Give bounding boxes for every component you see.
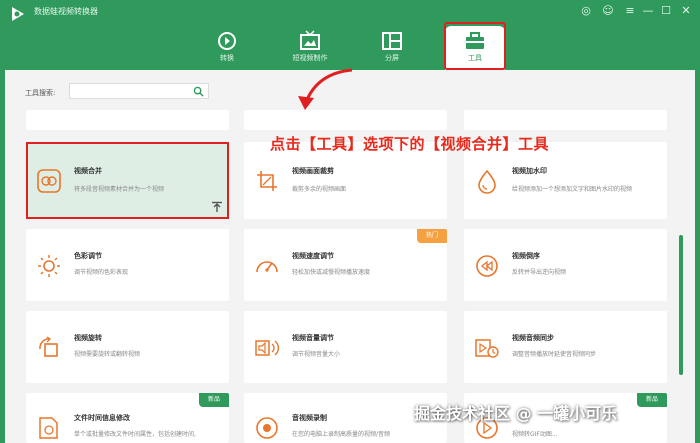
tool-desc: 给视频添加一个想添加文字和图片水印的视频 xyxy=(512,186,633,193)
watermark-icon xyxy=(478,169,496,194)
tool-desc: 调节视频的色彩表现 xyxy=(74,269,129,276)
tool-title: 视频加水印 xyxy=(512,167,547,175)
tab-convert-label: 转换 xyxy=(220,54,234,62)
tool-title: 文件时间信息修改 xyxy=(74,414,130,422)
file-time-icon xyxy=(39,417,58,439)
annotation-arrow-icon xyxy=(298,68,353,110)
tool-title: 视频音量调节 xyxy=(292,334,334,342)
rewind-icon xyxy=(476,255,498,277)
tab-convert[interactable]: 转换 xyxy=(197,26,257,70)
crop-icon xyxy=(257,171,277,191)
search-icon[interactable] xyxy=(193,86,204,97)
close-icon[interactable]: ✕ xyxy=(678,3,694,19)
tv-icon xyxy=(300,30,320,50)
tool-title: 视频倒序 xyxy=(512,252,540,260)
convert-icon xyxy=(218,32,236,50)
maximize-icon[interactable]: ☐ xyxy=(658,3,674,19)
tool-desc: 视频转GIF动图... xyxy=(512,431,558,438)
merge-card-highlight xyxy=(26,142,229,219)
tool-title: 视频音频同步 xyxy=(512,334,554,342)
app-logo-icon xyxy=(12,7,24,21)
tool-title: 视频旋转 xyxy=(74,334,102,342)
chat-icon[interactable]: ◎ xyxy=(578,3,594,19)
record-icon xyxy=(256,417,278,439)
tool-desc: 裁剪多余的视频画面 xyxy=(292,186,347,193)
tools-tab-highlight xyxy=(444,22,506,70)
tool-desc: 轻松加快或减慢视频播放速度 xyxy=(292,269,371,276)
search-input[interactable] xyxy=(76,86,186,97)
volume-icon xyxy=(255,340,279,356)
tool-desc: 反转并导出逆向视频 xyxy=(512,269,567,276)
tool-title: 视频画面裁剪 xyxy=(292,167,334,175)
minimize-icon[interactable]: — xyxy=(640,3,656,19)
instruction-text: 点击【工具】选项下的【视频合并】工具 xyxy=(270,135,550,153)
tool-card-av-sync[interactable]: 视频音频同步 调整音频播放时延使音视频同步 xyxy=(464,311,667,383)
tool-title: 视频速度调节 xyxy=(292,252,334,260)
speed-icon xyxy=(256,261,278,273)
rotate-icon xyxy=(39,336,58,357)
tool-desc: 视频需要旋转或翻转视频 xyxy=(74,351,141,358)
scrollbar-thumb[interactable] xyxy=(679,235,683,375)
tool-desc: 在您的电脑上录制高质量的视频/音频 xyxy=(292,431,391,438)
tool-card-reverse[interactable]: 视频倒序 反转并导出逆向视频 xyxy=(464,229,667,301)
color-adjust-icon xyxy=(38,255,60,277)
hot-badge: 热门 xyxy=(417,229,447,243)
tab-short-video-label: 短视频制作 xyxy=(292,54,328,62)
search-label: 工具搜索: xyxy=(25,89,56,97)
tool-card-file-time[interactable]: 新品 文件时间信息修改 单个或批量修改文件时间属性，包括创建时间, xyxy=(26,393,229,443)
tool-desc: 调节视频音量大小 xyxy=(292,351,341,358)
tool-desc: 单个或批量修改文件时间属性，包括创建时间, xyxy=(74,431,196,438)
tool-card-partial[interactable] xyxy=(464,110,667,130)
tool-title: 色彩调节 xyxy=(74,252,102,260)
tool-card-volume[interactable]: 视频音量调节 调节视频音量大小 xyxy=(244,311,447,383)
tool-title: 音视频录制 xyxy=(292,414,327,422)
tool-card-color-adjust[interactable]: 色彩调节 调节视频的色彩表现 xyxy=(26,229,229,301)
new-badge: 新品 xyxy=(199,393,229,407)
tool-card-rotate[interactable]: 视频旋转 视频需要旋转或翻转视频 xyxy=(26,311,229,383)
new-badge: 新品 xyxy=(637,393,667,407)
watermark-text: 掘金技术社区 @ 一罐小可乐 xyxy=(414,404,618,423)
menu-icon[interactable]: ≡ xyxy=(622,3,638,19)
title-bar: 数据蛙视频转换器 ◎ ☺ ≡ — ☐ ✕ xyxy=(0,0,700,26)
tool-desc: 调整音频播放时延使音视频同步 xyxy=(512,351,597,358)
sync-icon xyxy=(475,339,499,358)
tab-split-screen-label: 分屏 xyxy=(385,54,399,62)
app-title: 数据蛙视频转换器 xyxy=(34,7,98,16)
user-icon[interactable]: ☺ xyxy=(600,3,616,19)
tab-split-screen[interactable]: 分屏 xyxy=(362,26,422,70)
tool-card-partial[interactable] xyxy=(26,110,229,130)
search-box xyxy=(69,83,209,99)
split-screen-icon xyxy=(382,32,402,50)
tool-card-speed[interactable]: 热门 视频速度调节 轻松加快或减慢视频播放速度 xyxy=(244,229,447,301)
